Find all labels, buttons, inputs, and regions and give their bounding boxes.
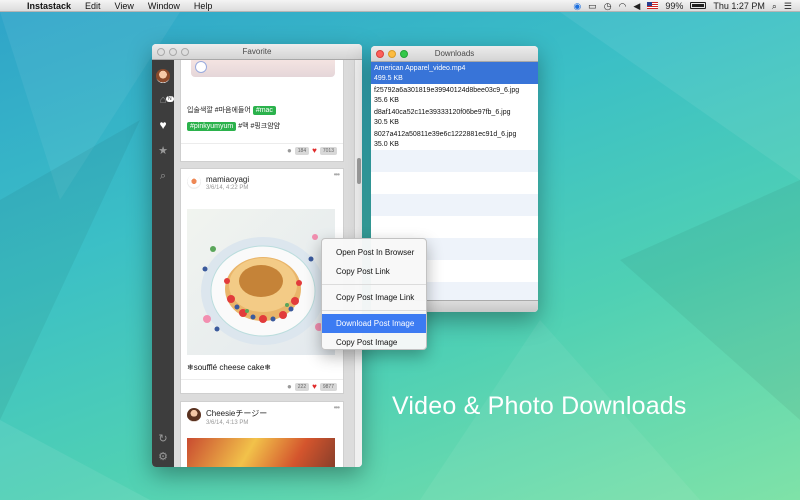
notification-center-icon[interactable]: ☰: [784, 0, 792, 12]
empty-row: [371, 194, 538, 216]
post-card: Cheesieチージー 3/6/14, 4:13 PM •••: [180, 401, 344, 467]
battery-icon[interactable]: [690, 2, 707, 9]
empty-row: [371, 216, 538, 238]
menu-open-post-in-browser[interactable]: Open Post In Browser: [322, 243, 426, 262]
more-options-icon[interactable]: •••: [334, 170, 340, 179]
comment-icon[interactable]: ●: [287, 382, 292, 391]
refresh-icon[interactable]: ↻: [152, 432, 174, 445]
star-icon[interactable]: ★: [152, 144, 174, 157]
download-filename: 8027a412a50811e39e6c1222881ec91d_6.jpg: [374, 131, 517, 138]
home-badge: N: [166, 96, 174, 102]
menu-separator: [322, 284, 426, 285]
caption-text: #맥 #핑크얌얌: [238, 123, 281, 130]
download-filename: American Apparel_video.mp4: [374, 65, 466, 72]
downloads-titlebar[interactable]: Downloads: [371, 46, 538, 62]
caption-text: 입술색깔 #마음에들어: [187, 107, 251, 114]
zoom-button[interactable]: [400, 50, 408, 58]
window-title: Favorite: [242, 47, 272, 56]
download-size: 30.5 KB: [374, 119, 399, 126]
post-image[interactable]: [187, 209, 335, 355]
menu-download-post-image[interactable]: Download Post Image: [322, 314, 426, 333]
window-title: Downloads: [434, 49, 475, 58]
hashtag[interactable]: #pinkyumyum: [187, 121, 237, 131]
download-filename: d8af140ca52c11e39333120f06be97fb_6.jpg: [374, 109, 511, 116]
zoom-button[interactable]: [181, 48, 189, 56]
profile-avatar[interactable]: [156, 69, 170, 83]
heart-icon[interactable]: ♥: [152, 118, 174, 132]
time-machine-icon[interactable]: ◷: [604, 0, 612, 12]
airplay-icon[interactable]: ▭: [588, 0, 597, 12]
avatar[interactable]: [187, 175, 201, 189]
menu-copy-post-image-link[interactable]: Copy Post Image Link: [322, 288, 426, 307]
download-item[interactable]: 8027a412a50811e39e6c1222881ec91d_6.jpg 3…: [371, 128, 538, 150]
download-item[interactable]: d8af140ca52c11e39333120f06be97fb_6.jpg 3…: [371, 106, 538, 128]
post-card: mamiaoyagi 3/6/14, 4:22 PM ••• ❄soufflé …: [180, 168, 344, 394]
menu-copy-post-link[interactable]: Copy Post Link: [322, 262, 426, 281]
gear-icon[interactable]: ⚙: [152, 450, 174, 463]
download-filename: f25792a6a301819e39940124d8bee03c9_6.jpg: [374, 87, 520, 94]
minimize-button[interactable]: [388, 50, 396, 58]
download-size: 35.0 KB: [374, 141, 399, 148]
like-count: 7013: [319, 146, 337, 155]
comment-icon[interactable]: ●: [287, 146, 292, 155]
post-caption-line2: #pinkyumyum #맥 #핑크얌얌: [187, 121, 280, 131]
menu-view[interactable]: View: [108, 0, 141, 12]
username[interactable]: mamiaoyagi: [206, 175, 249, 184]
hashtag[interactable]: #mac: [252, 105, 276, 115]
minimize-button[interactable]: [169, 48, 177, 56]
download-item[interactable]: f25792a6a301819e39940124d8bee03c9_6.jpg …: [371, 84, 538, 106]
instastack-status-icon[interactable]: ◉: [573, 0, 581, 12]
like-heart-icon[interactable]: ♥: [312, 146, 317, 155]
promo-tagline: Video & Photo Downloads: [392, 392, 687, 420]
menu-app[interactable]: Instastack: [20, 0, 78, 12]
battery-percent: 99%: [665, 0, 684, 11]
like-heart-icon[interactable]: ♥: [312, 382, 317, 391]
input-source-flag-icon[interactable]: [647, 2, 659, 9]
menu-separator: [322, 310, 426, 311]
comment-count: 184: [294, 146, 310, 155]
close-button[interactable]: [376, 50, 384, 58]
volume-icon[interactable]: ◀: [633, 0, 640, 12]
post-header: mamiaoyagi 3/6/14, 4:22 PM: [187, 173, 337, 199]
clock[interactable]: Thu 1:27 PM: [713, 0, 765, 12]
status-area: ◉ ▭ ◷ ◠ ◀ 99% Thu 1:27 PM ⌕ ☰: [573, 0, 800, 12]
post-stats: ● 184 ♥ 7013: [181, 143, 343, 157]
scroll-thumb[interactable]: [357, 158, 361, 184]
wifi-icon[interactable]: ◠: [619, 0, 627, 12]
post-card: 입술색깔 #마음에들어 #mac #pinkyumyum #맥 #핑크얌얌 ● …: [180, 60, 344, 162]
post-caption: ❄soufflé cheese cake❄: [187, 363, 271, 372]
cheesecake-illustration: [201, 234, 325, 345]
menu-bar: Instastack Edit View Window Help ◉ ▭ ◷ ◠…: [0, 0, 800, 12]
like-count: 9877: [319, 382, 337, 391]
menu-copy-post-image[interactable]: Copy Post Image: [322, 333, 426, 352]
empty-row: [371, 172, 538, 194]
post-time: 3/6/14, 4:22 PM: [206, 185, 249, 191]
post-image[interactable]: [187, 438, 335, 467]
favorite-titlebar[interactable]: Favorite: [152, 44, 362, 60]
download-size: 499.5 KB: [374, 75, 403, 82]
sidebar: ⌂ N ♥ ★ ⌕ ↻ ⚙: [152, 60, 174, 467]
menu-help[interactable]: Help: [187, 0, 220, 12]
comment-count: 222: [294, 382, 310, 391]
post-caption: 입술색깔 #마음에들어 #mac: [187, 105, 276, 115]
download-size: 35.6 KB: [374, 97, 399, 104]
menu-edit[interactable]: Edit: [78, 0, 108, 12]
context-menu: Open Post In Browser Copy Post Link Copy…: [321, 238, 427, 350]
post-header: Cheesieチージー 3/6/14, 4:13 PM: [187, 406, 337, 432]
post-image[interactable]: [191, 60, 335, 77]
empty-row: [371, 150, 538, 172]
post-time: 3/6/14, 4:13 PM: [206, 420, 249, 426]
username[interactable]: Cheesieチージー: [206, 408, 267, 419]
avatar[interactable]: [187, 408, 201, 422]
close-button[interactable]: [157, 48, 165, 56]
download-item[interactable]: American Apparel_video.mp4 499.5 KB: [371, 62, 538, 84]
more-options-icon[interactable]: •••: [334, 403, 340, 412]
search-icon[interactable]: ⌕: [152, 170, 174, 183]
spotlight-search-icon[interactable]: ⌕: [772, 0, 777, 12]
menu-window[interactable]: Window: [141, 0, 187, 12]
post-stats: ● 222 ♥ 9877: [181, 379, 343, 393]
